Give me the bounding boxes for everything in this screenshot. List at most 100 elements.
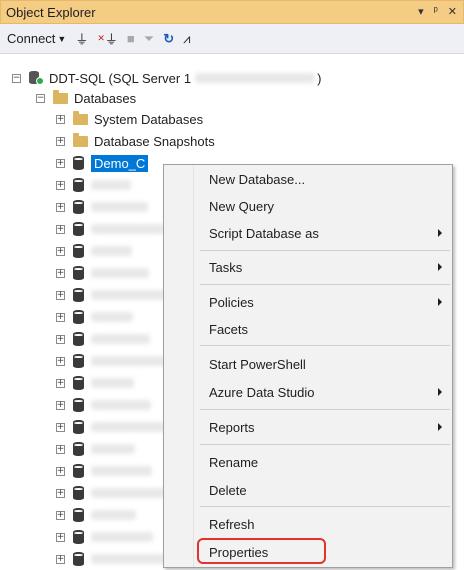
tree-node-database[interactable]: + [56,372,134,394]
expand-icon[interactable]: + [56,422,65,432]
tree-node-database[interactable]: + [56,240,132,262]
context-menu: New Database... New Query Script Databas… [163,164,453,568]
menu-item-policies[interactable]: Policies [194,289,452,315]
expand-icon[interactable]: + [56,246,65,256]
tree-node-database[interactable]: + [56,548,170,570]
stop-icon[interactable]: ■ [127,31,135,46]
submenu-arrow-icon [438,423,442,431]
tree-node-database[interactable]: + [56,218,165,240]
folder-icon [73,110,88,125]
folder-icon [73,132,88,147]
expand-icon[interactable]: + [56,202,65,212]
pin-icon[interactable]: ᵖ [434,5,438,18]
toolbar: Connect ▼ ⏚ ✕ ⏚ ■ ⏷ ↻ ⩘ [0,24,464,54]
tree-node-database[interactable]: + [56,526,153,548]
tree-node-database[interactable]: + [56,482,169,504]
menu-item-rename[interactable]: Rename [194,449,452,475]
expand-icon[interactable]: + [56,312,65,322]
database-icon [73,464,84,478]
redacted-text [91,444,135,454]
tree-node-database[interactable]: + [56,284,166,306]
tree-node-database[interactable]: + [56,328,150,350]
tree-node-database[interactable]: + [56,174,131,196]
dropdown-icon[interactable]: ▾ [418,5,424,18]
submenu-arrow-icon [438,229,442,237]
menu-item-delete[interactable]: Delete [194,477,452,503]
menu-item-facets[interactable]: Facets [194,316,452,342]
database-icon [73,200,84,214]
database-icon [73,310,84,324]
expand-icon[interactable]: + [56,466,65,476]
menu-item-label: Azure Data Studio [209,384,315,400]
tree-node-database[interactable]: + [56,416,168,438]
redacted-text [91,488,169,498]
tree-node-database[interactable]: + [56,306,133,328]
menu-item-refresh[interactable]: Refresh [194,511,452,537]
database-icon [73,376,84,390]
tree-node-database[interactable]: + [56,504,136,526]
activity-monitor-icon[interactable]: ⩘ [183,31,190,47]
connect-plug-icon[interactable]: ⏚ [75,29,88,48]
menu-item-reports[interactable]: Reports [194,414,452,440]
menu-item-tasks[interactable]: Tasks [194,254,452,280]
selected-database-label[interactable]: Demo_C [91,154,149,172]
tree-node-databases[interactable]: − Databases [36,87,136,109]
menu-item-script-database-as[interactable]: Script Database as [194,220,452,246]
expand-icon[interactable]: + [56,158,65,168]
tree-node-system-databases[interactable]: + System Databases [56,108,203,130]
refresh-icon[interactable]: ↻ [163,31,174,47]
menu-item-label: Policies [209,294,254,310]
tree-node-database[interactable]: + [56,438,135,460]
server-label: DDT-SQL (SQL Server 1 [49,70,192,86]
connect-button[interactable]: Connect ▼ [7,31,66,46]
collapse-icon[interactable]: − [12,73,21,83]
menu-item-label: Rename [209,454,259,470]
menu-item-label: Delete [209,482,247,498]
database-icon [73,442,84,456]
submenu-arrow-icon [438,298,442,306]
redacted-text [91,532,153,542]
tree-node-database[interactable]: + [56,196,148,218]
tree-node-database[interactable]: + [56,460,152,482]
expand-icon[interactable]: + [56,510,65,520]
expand-icon[interactable]: + [56,290,65,300]
expand-icon[interactable]: + [56,136,65,146]
menu-item-new-query[interactable]: New Query [194,193,452,219]
expand-icon[interactable]: + [56,532,65,542]
expand-icon[interactable]: + [56,400,65,410]
filter-icon[interactable]: ⏷ [144,31,154,47]
database-icon [73,398,84,412]
tree-node-server[interactable]: − DDT-SQL (SQL Server 1 ) [12,67,321,89]
expand-icon[interactable]: + [56,444,65,454]
expand-icon[interactable]: + [56,334,65,344]
database-icon [73,552,84,566]
submenu-arrow-icon [438,263,442,271]
expand-icon[interactable]: + [56,268,65,278]
database-icon [73,244,84,258]
tree-node-database[interactable]: + [56,350,167,372]
tree-node-selected-database[interactable]: + Demo_C [56,152,149,174]
close-icon[interactable]: ✕ [448,5,457,18]
menu-separator [200,444,450,445]
expand-icon[interactable]: + [56,224,65,234]
expand-icon[interactable]: + [56,180,65,190]
redacted-text [91,180,131,190]
expand-icon[interactable]: + [56,378,65,388]
expand-icon[interactable]: + [56,488,65,498]
database-icon [73,508,84,522]
tree-node-database-snapshots[interactable]: + Database Snapshots [56,130,215,152]
collapse-icon[interactable]: − [36,93,45,103]
menu-item-label: New Database... [209,171,306,187]
redacted-text [91,202,148,212]
tree-node-database[interactable]: + [56,394,151,416]
properties-highlight-box [197,538,326,564]
expand-icon[interactable]: + [56,114,65,124]
menu-item-new-database[interactable]: New Database... [194,166,452,192]
menu-item-start-powershell[interactable]: Start PowerShell [194,351,452,377]
expand-icon[interactable]: + [56,356,65,366]
tree-node-database[interactable]: + [56,262,149,284]
menu-item-label: Facets [209,321,249,337]
expand-icon[interactable]: + [56,554,65,564]
disconnect-plug-icon[interactable]: ✕ ⏚ [97,29,118,48]
menu-item-azure-data-studio[interactable]: Azure Data Studio [194,379,452,405]
